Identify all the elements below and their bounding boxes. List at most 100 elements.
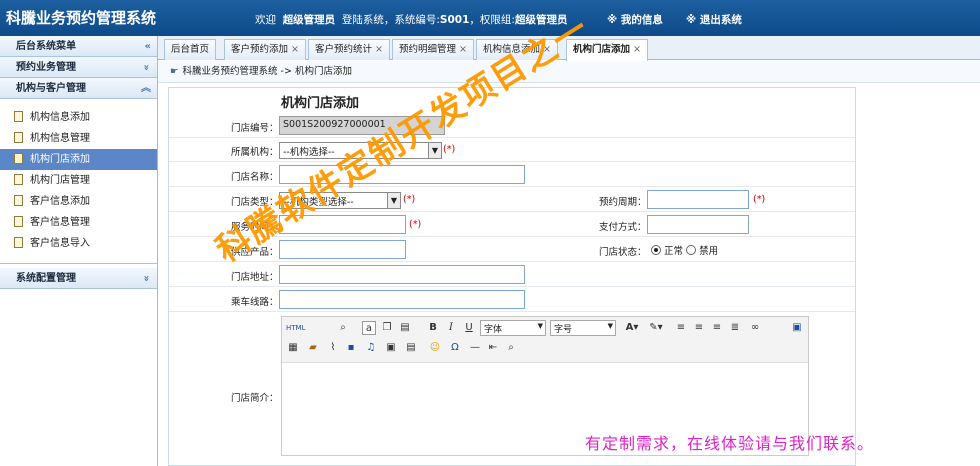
attachment-icon[interactable]: ⌇ [326,341,340,355]
sidebar-item-store-add[interactable]: 机构门店添加 [0,149,157,170]
font-size-value: 字号 [554,325,573,335]
preview-icon[interactable]: ⌕ [336,321,350,335]
sidebar-item-customer-import[interactable]: 客户信息导入 [0,233,157,254]
sidebar-item-label: 机构门店添加 [30,154,90,165]
row-address: 门店地址： [169,262,855,287]
sidebar-item-label: 机构信息添加 [30,112,90,123]
sidebar-items: 机构信息添加 机构信息管理 机构门店添加 机构门店管理 客户信息添加 客户信息管… [0,99,157,258]
tab-label: 客户预约统计 [315,44,373,55]
font-color-icon[interactable]: A▾ [622,321,642,335]
sidebar-item-label: 客户信息导入 [30,238,90,249]
paste-icon[interactable]: ▤ [398,321,412,335]
row-store-name: 门店名称： [169,162,855,187]
document-icon [14,174,23,185]
font-size-select[interactable]: 字号 ▼ [550,320,616,336]
section-label: 后台系统菜单 [16,41,76,52]
store-no-label: 门店编号： [231,123,279,134]
booking-period-input[interactable] [647,190,749,209]
sidebar-item-label: 机构门店管理 [30,175,90,186]
section-label: 预约业务管理 [16,62,76,73]
sidebar: 后台系统菜单 « 预约业务管理 » 机构与客户管理 ︽ 机构信息添加 机构信息管… [0,36,158,466]
close-icon[interactable]: × [459,44,467,55]
status-disabled-radio[interactable] [686,245,697,255]
zoom-icon[interactable]: ⌕ [504,341,518,355]
folder-icon[interactable]: ▰ [306,341,320,355]
document-icon [14,153,23,164]
required-mark: (*) [409,219,422,230]
tab-label: 预约明细管理 [399,44,457,55]
sidebar-section-booking[interactable]: 预约业务管理 » [0,57,157,78]
media-icon[interactable]: ▣ [384,341,398,355]
sidebar-section-config[interactable]: 系统配置管理 » [0,268,157,289]
address-input[interactable] [279,265,525,284]
link-icon[interactable]: ∞ [748,321,762,335]
document-icon [14,132,23,143]
group-label: ，权限组: [469,14,515,26]
align-center-icon[interactable]: ≡ [692,321,706,335]
save-icon[interactable]: ▪ [344,341,358,355]
horizontal-rule-icon[interactable]: — [468,341,482,355]
app-title: 科騰业务预约管理系统 [6,9,157,27]
status-normal-radio[interactable] [651,245,661,255]
align-right-icon[interactable]: ≡ [710,321,724,335]
logout-link[interactable]: ※ 退出系统 [686,12,742,27]
dropdown-arrow-icon: ▼ [607,322,613,330]
watermark-footer: 有定制需求，在线体验请与我们联系。 [585,434,875,453]
close-icon[interactable]: × [633,44,641,55]
close-icon[interactable]: × [291,44,299,55]
store-name-label: 门店名称： [231,172,279,183]
sidebar-item-customer-manage[interactable]: 客户信息管理 [0,212,157,233]
store-add-form: 机构门店添加 门店编号： S001S200927000001 所属机构： --机… [168,87,856,466]
tab-booking-stats[interactable]: 客户预约统计 × [308,39,390,60]
close-icon[interactable]: × [375,44,383,55]
row-route: 乘车线路： [169,287,855,312]
status-disabled-label: 禁用 [699,246,719,257]
required-mark: (*) [443,144,456,155]
form-title: 机构门店添加 [281,96,360,111]
row-org: 所属机构： --机构选择-- ▼ (*) [169,138,855,162]
app-header: 科騰业务预约管理系统 欢迎 超级管理员 登陆系统，系统编号:S001，权限组:超… [0,0,980,36]
justify-icon[interactable]: ≣ [728,321,742,335]
picture-icon[interactable]: ▤ [404,341,418,355]
tab-booking-add[interactable]: 客户预约添加 × [224,39,306,60]
required-mark: (*) [753,194,766,205]
align-left-icon[interactable]: ≡ [674,321,688,335]
org-label: 所属机构： [231,147,279,158]
collapse-left-icon[interactable]: « [145,36,151,57]
fullscreen-icon[interactable]: ▣ [790,321,804,335]
bold-icon[interactable]: B [426,321,440,335]
page-break-icon[interactable]: ⇤ [486,341,500,355]
tab-home[interactable]: 后台首页 [164,39,217,60]
highlight-icon[interactable]: ✎▾ [646,321,666,335]
sidebar-item-org-add[interactable]: 机构信息添加 [0,107,157,128]
status-radio-group: 正常 禁用 [651,243,718,257]
dropdown-arrow-icon: ▼ [537,322,543,330]
intro-label: 门店简介： [231,393,279,404]
tab-booking-detail[interactable]: 预约明细管理 × [392,39,474,60]
editor-toolbar: HTML ⌕ a ❐ ▤ B I U 字体 ▼ 字号 ▼ A▾ ✎▾ ≡ ≡ ≡ ≣… [282,317,808,363]
sidebar-section-org-customer[interactable]: 机构与客户管理 ︽ [0,78,157,99]
sidebar-item-customer-add[interactable]: 客户信息添加 [0,191,157,212]
supply-input[interactable] [279,240,406,259]
sidebar-item-label: 机构信息管理 [30,133,90,144]
sidebar-item-store-manage[interactable]: 机构门店管理 [0,170,157,191]
special-char-icon[interactable]: Ω [448,341,462,355]
document-icon [14,111,23,122]
font-family-select[interactable]: 字体 ▼ [480,320,546,336]
my-info-link[interactable]: ※ 我的信息 [607,12,663,27]
payment-input[interactable] [647,215,749,234]
sidebar-item-org-manage[interactable]: 机构信息管理 [0,128,157,149]
text-icon[interactable]: a [362,321,376,335]
sidebar-section-backend[interactable]: 后台系统菜单 « [0,36,157,57]
emoticon-icon[interactable]: ☺ [428,341,442,355]
html-source-icon[interactable]: HTML [286,321,305,335]
music-icon[interactable]: ♫ [364,341,378,355]
copy-icon[interactable]: ❐ [380,321,394,335]
font-family-value: 字体 [484,325,503,335]
italic-icon[interactable]: I [444,321,458,335]
username: 超级管理员 [282,14,336,26]
route-input[interactable] [279,290,525,309]
image-icon[interactable]: ▦ [286,341,300,355]
divider [0,258,157,264]
underline-icon[interactable]: U [462,321,476,335]
